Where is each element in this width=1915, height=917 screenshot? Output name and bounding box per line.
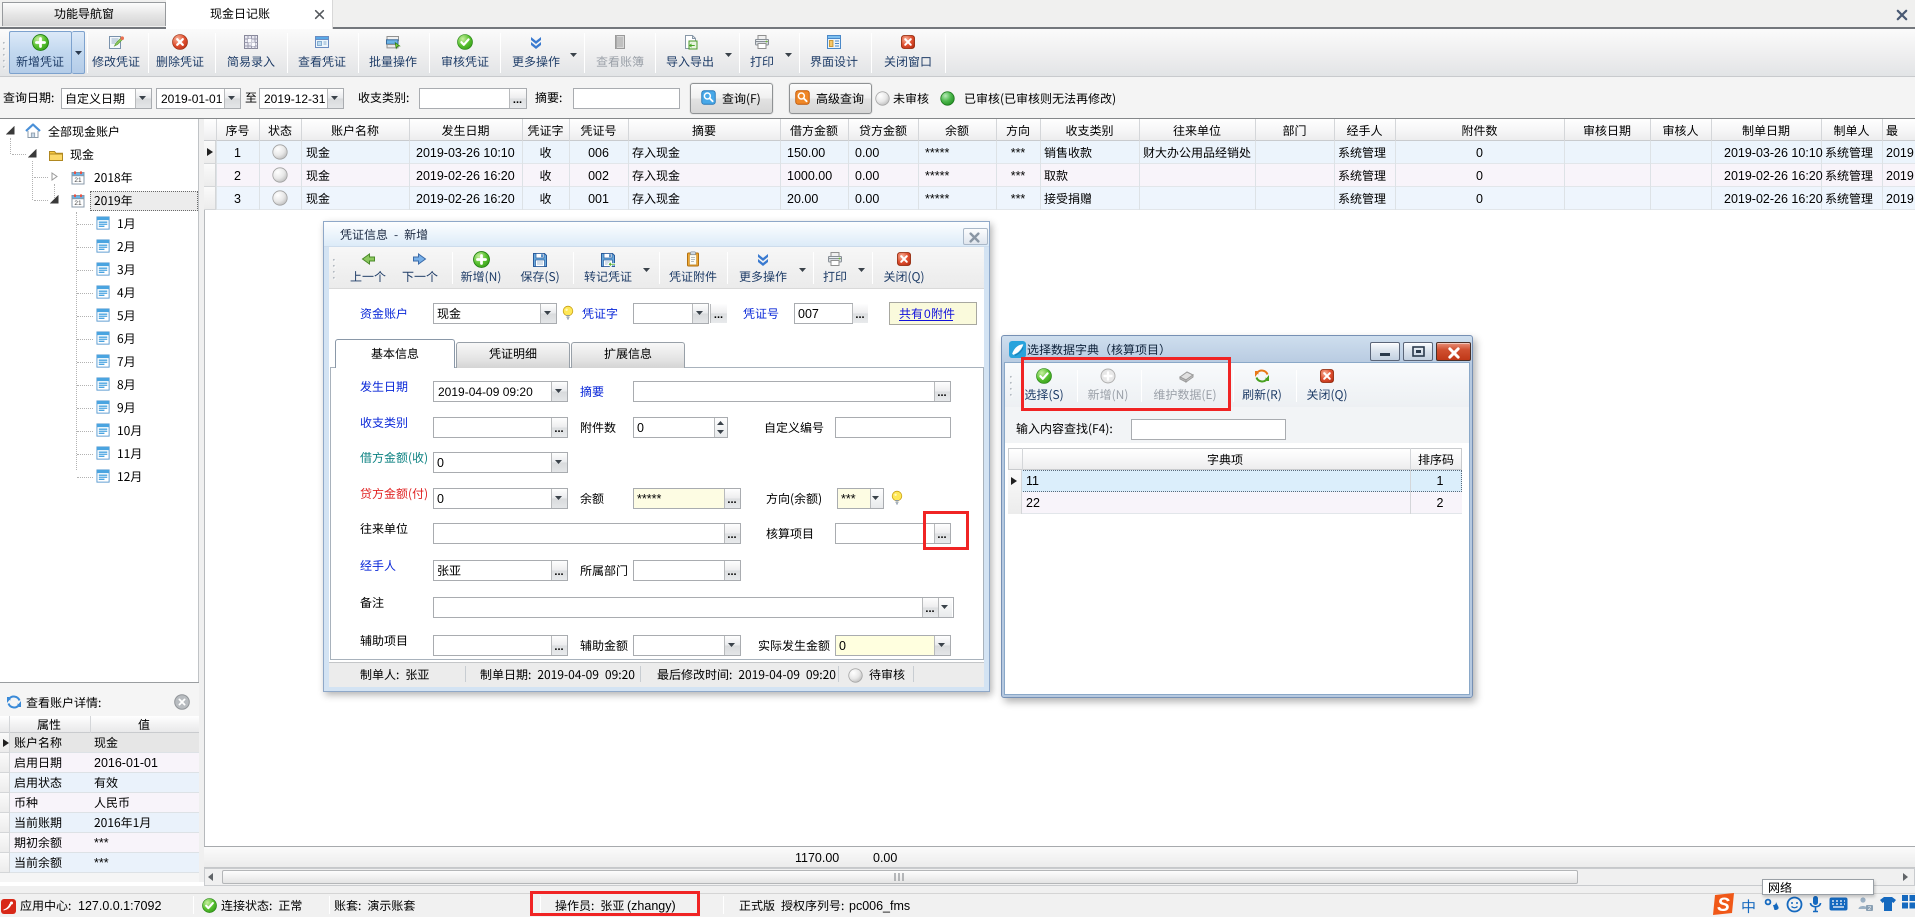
svg-text:21: 21 <box>74 177 82 184</box>
svg-text:21: 21 <box>74 200 82 207</box>
svg-text:S: S <box>1717 895 1730 916</box>
svg-text:2: 2 <box>1868 906 1871 912</box>
